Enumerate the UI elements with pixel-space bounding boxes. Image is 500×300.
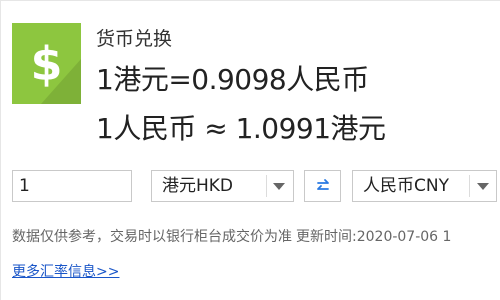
chevron-down-icon[interactable] <box>273 183 285 190</box>
exchange-rate-inverse: 1人民币 ≈ 1.0991港元 <box>96 112 386 145</box>
amount-input[interactable] <box>12 170 132 202</box>
from-currency-label: 港元HKD <box>162 176 234 196</box>
currency-converter-card: $ 货币兑换 1港元=0.9098人民币 1人民币 ≈ 1.0991港元 港元H… <box>0 0 500 300</box>
swap-currency-button[interactable] <box>304 170 341 202</box>
logo-glyph: $ <box>30 36 63 91</box>
widget-title: 货币兑换 <box>96 28 173 50</box>
disclaimer-text: 数据仅供参考，交易时以银行柜台成交价为准 更新时间:2020-07-06 1 <box>12 228 451 246</box>
exchange-rate-main: 1港元=0.9098人民币 <box>96 63 369 96</box>
chevron-down-icon[interactable] <box>477 183 489 190</box>
disclaimer-note: 数据仅供参考，交易时以银行柜台成交价为准 <box>12 229 292 245</box>
more-rates-link[interactable]: 更多汇率信息>> <box>12 263 119 281</box>
to-currency-label: 人民币CNY <box>363 176 449 196</box>
from-currency-select[interactable]: 港元HKD <box>151 170 294 202</box>
dollar-sign-icon: $ <box>12 23 81 104</box>
top-divider <box>0 0 500 1</box>
select-divider <box>469 175 470 197</box>
select-divider <box>266 175 267 197</box>
update-time: 更新时间:2020-07-06 1 <box>296 229 452 245</box>
left-divider <box>0 0 1 300</box>
to-currency-select[interactable]: 人民币CNY <box>352 170 497 202</box>
swap-arrows-icon <box>316 179 329 190</box>
